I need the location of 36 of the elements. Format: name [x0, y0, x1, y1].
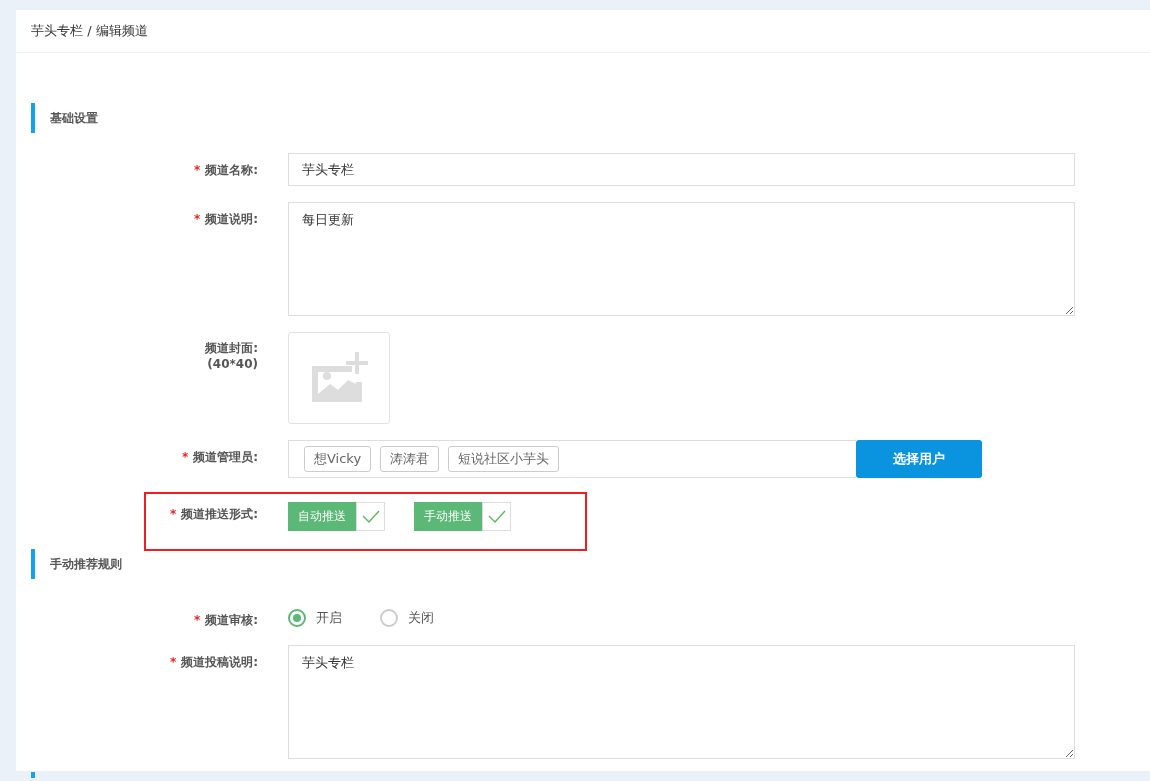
user-tag[interactable]: 涛涛君	[380, 446, 440, 472]
section-marker	[31, 772, 35, 778]
radio-button[interactable]	[288, 609, 306, 627]
breadcrumb: 芋头专栏 / 编辑频道	[16, 10, 1150, 53]
text-area[interactable]: 芋头专栏	[288, 645, 1075, 759]
field-label: 频道封面:	[205, 340, 258, 357]
add-image-icon	[310, 352, 368, 404]
radio-button[interactable]	[380, 609, 398, 627]
checkmark-icon	[361, 510, 380, 523]
image-upload[interactable]	[288, 332, 390, 424]
required-mark: *	[169, 507, 177, 521]
field-label: 频道推送形式:	[181, 507, 258, 521]
required-mark: *	[169, 655, 177, 669]
required-mark: *	[193, 212, 201, 226]
user-tag[interactable]: 想Vicky	[304, 446, 372, 472]
required-mark: *	[193, 613, 201, 627]
field-label: 频道名称:	[205, 163, 258, 177]
push-mode-label: 自动推送	[288, 502, 356, 531]
field-label: 频道管理员:	[193, 450, 258, 464]
section-header: 基础设置	[31, 103, 1150, 133]
required-mark: *	[181, 450, 189, 464]
checkmark-icon	[487, 510, 506, 523]
text-area[interactable]: 每日更新	[288, 202, 1075, 316]
checkbox[interactable]	[482, 502, 511, 531]
input-field[interactable]: 芋头专栏	[288, 153, 1075, 186]
size-hint: (40*40)	[207, 357, 258, 371]
checkbox[interactable]	[356, 502, 385, 531]
section-header: 手动推荐规则	[31, 549, 1150, 579]
field-label: 频道说明:	[205, 212, 258, 226]
radio-label[interactable]: 开启	[316, 609, 342, 627]
push-mode-label: 手动推送	[414, 502, 482, 531]
field-label: 频道投稿说明:	[181, 655, 258, 669]
user-tag[interactable]: 短说社区小芋头	[448, 446, 560, 472]
radio-label[interactable]: 关闭	[408, 609, 434, 627]
required-mark: *	[193, 163, 201, 177]
field-label: 频道审核:	[205, 613, 258, 627]
